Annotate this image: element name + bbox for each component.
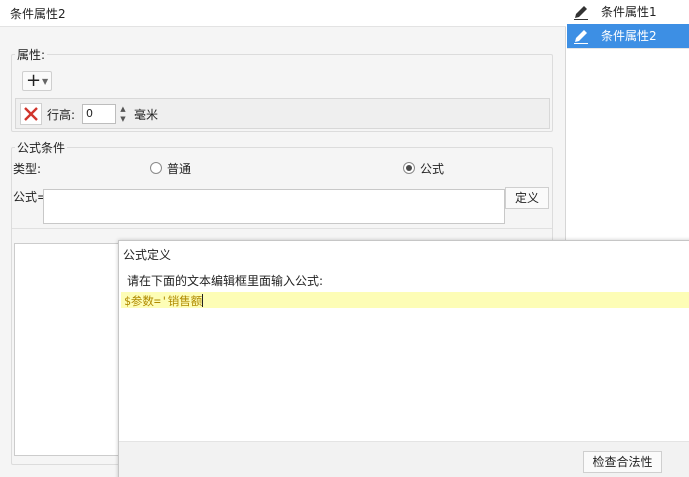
- edit-pencil-icon: [574, 30, 588, 44]
- delete-property-button[interactable]: [20, 103, 42, 125]
- divider: [12, 228, 552, 229]
- condition-list-box[interactable]: [14, 243, 121, 456]
- type-option-formula-label: 公式: [420, 162, 445, 176]
- formula-editor[interactable]: 请在下面的文本编辑框里面输入公式: $参数='销售额: [121, 266, 689, 441]
- formula-code-text: $参数='销售额: [124, 293, 204, 309]
- dialog-titlebar[interactable]: 公式定义: [119, 241, 689, 266]
- chevron-down-icon: ▼: [42, 77, 49, 86]
- radio-normal[interactable]: [150, 162, 162, 174]
- sidebar-item-condition-2[interactable]: 条件属性2: [567, 24, 689, 48]
- edit-pencil-icon: [574, 6, 588, 20]
- spin-down-icon[interactable]: ▼: [117, 114, 129, 124]
- radio-formula[interactable]: [403, 162, 415, 174]
- sidebar-item-label: 条件属性1: [601, 5, 657, 19]
- type-label: 类型:: [13, 162, 42, 176]
- dialog-title: 公式定义: [123, 248, 172, 262]
- add-property-button[interactable]: + ▼: [22, 71, 52, 91]
- plus-icon: +: [26, 70, 42, 91]
- sidebar-item-label: 条件属性2: [601, 29, 657, 43]
- delete-x-icon: [24, 107, 38, 121]
- formula-definition-dialog: 公式定义 请在下面的文本编辑框里面输入公式: $参数='销售额 检查合法性: [118, 240, 689, 477]
- define-button[interactable]: 定义: [505, 187, 549, 209]
- editor-title: 条件属性2: [10, 7, 66, 21]
- spin-up-icon[interactable]: ▲: [117, 104, 129, 114]
- formula-code-content: $参数='销售额: [124, 294, 203, 308]
- dialog-instruction: 请在下面的文本编辑框里面输入公式:: [127, 274, 324, 288]
- editor-header: 条件属性2: [0, 0, 566, 27]
- type-option-normal-label: 普通: [167, 162, 192, 176]
- row-height-input[interactable]: 0: [82, 104, 116, 124]
- text-caret: [202, 294, 204, 307]
- type-option-normal[interactable]: 普通: [150, 160, 230, 176]
- check-validity-button[interactable]: 检查合法性: [583, 451, 662, 473]
- row-height-property: 行高: 0 ▲ ▼ 毫米: [15, 98, 550, 129]
- formula-input[interactable]: [43, 189, 505, 224]
- formula-label: 公式=: [13, 190, 48, 204]
- row-height-label: 行高:: [47, 108, 76, 122]
- sidebar-item-condition-1[interactable]: 条件属性1: [567, 0, 689, 24]
- sidebar-divider: [567, 48, 689, 49]
- row-height-unit: 毫米: [134, 108, 159, 122]
- formula-condition-legend: 公式条件: [15, 139, 68, 156]
- formula-code-line[interactable]: $参数='销售额: [121, 292, 689, 308]
- properties-legend: 属性:: [15, 46, 48, 63]
- type-option-formula[interactable]: 公式: [403, 160, 483, 176]
- dialog-footer: 检查合法性: [119, 441, 689, 477]
